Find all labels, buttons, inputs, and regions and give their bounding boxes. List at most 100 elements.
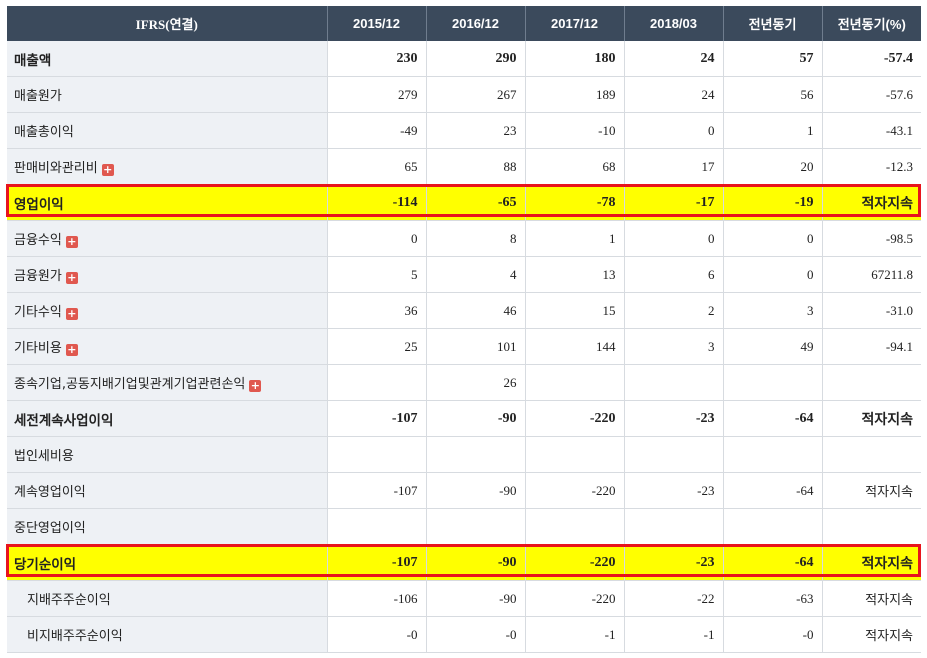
value-cell: -57.4 (822, 41, 921, 77)
value-cell (723, 364, 823, 401)
value-cell: -19 (723, 184, 823, 221)
value-cell: -107 (327, 400, 427, 437)
value-cell: -43.1 (822, 112, 921, 149)
value-cell: -64 (723, 400, 823, 437)
row-label-cell[interactable]: 종속기업,공동지배기업및관계기업관련손익 + (7, 364, 328, 401)
value-cell: 5 (327, 256, 427, 293)
financial-statement-panel: IFRS(연결) 2015/12 2016/12 2017/12 2018/03… (0, 0, 927, 658)
header-col-2016-12: 2016/12 (426, 6, 526, 41)
value-cell: 24 (624, 76, 724, 113)
value-cell: 적자지속 (822, 544, 921, 581)
value-cell: 101 (426, 328, 526, 365)
value-cell: -12.3 (822, 148, 921, 185)
value-cell: 6 (624, 256, 724, 293)
value-cell: 23 (426, 112, 526, 149)
row-label: 지배주주순이익 (27, 593, 111, 608)
header-col-prev-period: 전년동기 (723, 6, 823, 41)
value-cell: 0 (624, 112, 724, 149)
row-label: 금융수익 (14, 233, 62, 248)
header-col-prev-period-pct: 전년동기(%) (822, 6, 921, 41)
value-cell: -63 (723, 580, 823, 617)
row-label-cell: 매출총이익 (7, 112, 328, 149)
value-cell: 적자지속 (822, 472, 921, 509)
table-row: 기타비용 +25 101 144 3 49 -94.1 (7, 328, 921, 365)
value-cell: 4 (426, 256, 526, 293)
value-cell: 290 (426, 41, 526, 77)
value-cell: -98.5 (822, 220, 921, 257)
value-cell: -90 (426, 400, 526, 437)
row-label-cell: 영업이익 (7, 184, 328, 221)
value-cell: 180 (525, 41, 625, 77)
value-cell: 13 (525, 256, 625, 293)
value-cell: -220 (525, 580, 625, 617)
row-label: 당기순이익 (14, 556, 77, 573)
row-label: 기타비용 (14, 341, 62, 356)
table-row: 당기순이익 -107 -90 -220 -23 -64 적자지속 (7, 544, 921, 581)
value-cell: 20 (723, 148, 823, 185)
value-cell: 68 (525, 148, 625, 185)
row-label-cell: 매출원가 (7, 76, 328, 113)
row-label: 판매비와관리비 (14, 161, 98, 176)
value-cell: -90 (426, 544, 526, 581)
value-cell (327, 364, 427, 401)
value-cell: 26 (426, 364, 526, 401)
value-cell (624, 436, 724, 473)
row-label: 세전계속사업이익 (14, 412, 114, 429)
value-cell (723, 436, 823, 473)
value-cell: 25 (327, 328, 427, 365)
value-cell: -31.0 (822, 292, 921, 329)
plus-icon[interactable]: + (249, 380, 262, 392)
value-cell (426, 436, 526, 473)
table-row: 매출총이익 -49 23 -10 0 1 -43.1 (7, 112, 921, 149)
header-col-2017-12: 2017/12 (525, 6, 625, 41)
value-cell: 88 (426, 148, 526, 185)
value-cell: -107 (327, 544, 427, 581)
value-cell: 0 (624, 220, 724, 257)
row-label-cell[interactable]: 기타비용 + (7, 328, 328, 365)
row-label: 중단영업이익 (14, 521, 86, 536)
value-cell (525, 436, 625, 473)
row-label-cell[interactable]: 금융수익 + (7, 220, 328, 257)
plus-icon[interactable]: + (65, 308, 78, 320)
row-label: 기타수익 (14, 305, 62, 320)
row-label-cell: 매출액 (7, 41, 328, 77)
row-label-cell[interactable]: 기타수익 + (7, 292, 328, 329)
value-cell: -57.6 (822, 76, 921, 113)
row-label-cell[interactable]: 판매비와관리비 + (7, 148, 328, 185)
row-label: 매출총이익 (14, 125, 74, 140)
value-cell: 189 (525, 76, 625, 113)
value-cell: -49 (327, 112, 427, 149)
income-statement-table: IFRS(연결) 2015/12 2016/12 2017/12 2018/03… (7, 6, 921, 653)
table-row: 매출원가 279 267 189 24 56 -57.6 (7, 76, 921, 113)
row-label-cell: 비지배주주순이익 (7, 616, 328, 653)
value-cell (624, 508, 724, 545)
value-cell: -10 (525, 112, 625, 149)
value-cell (426, 508, 526, 545)
value-cell: 15 (525, 292, 625, 329)
value-cell: -65 (426, 184, 526, 221)
row-label: 매출액 (14, 52, 52, 69)
value-cell (723, 508, 823, 545)
row-label: 법인세비용 (14, 449, 74, 464)
value-cell: -220 (525, 400, 625, 437)
value-cell: -107 (327, 472, 427, 509)
value-cell (822, 436, 921, 473)
table-row: 법인세비용 (7, 436, 921, 473)
plus-icon[interactable]: + (65, 272, 78, 284)
plus-icon[interactable]: + (101, 164, 114, 176)
value-cell: 0 (723, 256, 823, 293)
plus-icon[interactable]: + (65, 344, 78, 356)
value-cell: 0 (327, 220, 427, 257)
table-row: 기타수익 +36 46 15 2 3 -31.0 (7, 292, 921, 329)
value-cell (525, 508, 625, 545)
value-cell: 적자지속 (822, 616, 921, 653)
row-label-cell: 법인세비용 (7, 436, 328, 473)
table-row: 계속영업이익 -107 -90 -220 -23 -64 적자지속 (7, 472, 921, 509)
row-label-cell[interactable]: 금융원가 + (7, 256, 328, 293)
plus-icon[interactable]: + (65, 236, 78, 248)
value-cell: 적자지속 (822, 400, 921, 437)
value-cell: 67211.8 (822, 256, 921, 293)
value-cell: 0 (723, 220, 823, 257)
value-cell: -23 (624, 472, 724, 509)
value-cell: 적자지속 (822, 184, 921, 221)
